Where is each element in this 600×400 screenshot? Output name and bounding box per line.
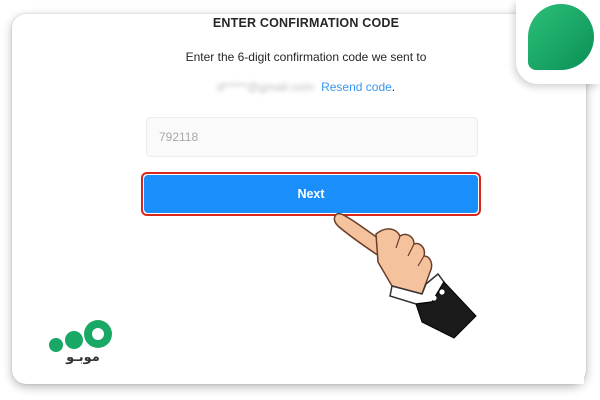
- brand-logo-icon: [49, 320, 112, 352]
- email-line: d*****@gmail.com Resend code.: [86, 80, 526, 94]
- confirmation-code-input[interactable]: [146, 117, 478, 157]
- instruction-text: Enter the 6-digit confirmation code we s…: [185, 50, 427, 64]
- brand-badge-icon: [528, 4, 594, 70]
- page-title: ENTER CONFIRMATION CODE: [212, 16, 400, 30]
- masked-email: d*****@gmail.com: [216, 80, 314, 94]
- resend-code-link[interactable]: Resend code: [321, 80, 392, 94]
- brand-name: موبـو: [66, 350, 100, 365]
- period-text: .: [391, 80, 396, 94]
- pointing-hand-icon: [333, 212, 477, 339]
